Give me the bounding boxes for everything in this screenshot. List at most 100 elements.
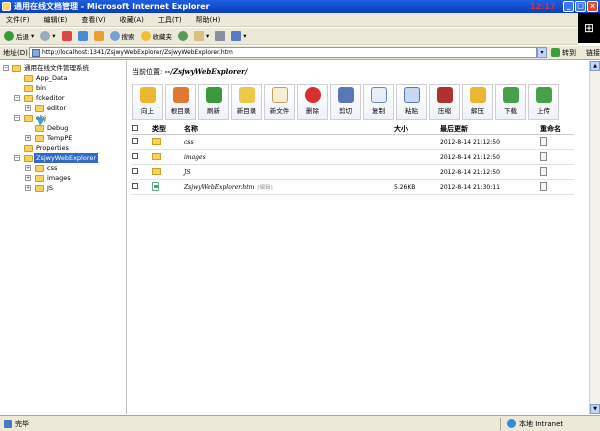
folder-icon xyxy=(24,85,33,92)
rename-icon[interactable] xyxy=(540,166,547,176)
rename-icon[interactable] xyxy=(540,151,547,161)
scroll-down-icon[interactable]: ▼ xyxy=(590,404,600,414)
extract-button[interactable]: 解压 xyxy=(462,84,493,120)
tree-item-obj[interactable]: − obj xyxy=(0,113,126,123)
file-name-link[interactable]: images xyxy=(184,154,206,161)
col-modified[interactable]: 最后更新 xyxy=(440,124,540,135)
file-name-link[interactable]: ZsjwyWebExplorer.htm xyxy=(184,184,254,191)
new-folder-button[interactable]: 新目录 xyxy=(231,84,262,120)
col-type[interactable]: 类型 xyxy=(152,124,184,135)
menu-view[interactable]: 查看(V) xyxy=(81,15,105,25)
folder-icon xyxy=(24,145,33,152)
file-name-link[interactable]: css xyxy=(184,139,194,146)
tree-root[interactable]: − 通用在线文件管理系统 xyxy=(0,63,126,73)
row-checkbox[interactable] xyxy=(132,168,138,174)
search-button[interactable]: 搜索 xyxy=(109,31,135,41)
refresh-list-button[interactable]: 刷新 xyxy=(198,84,229,120)
address-dropdown[interactable]: ▾ xyxy=(537,47,547,58)
home-button[interactable] xyxy=(93,31,104,41)
col-size[interactable]: 大小 xyxy=(394,124,440,135)
menu-tools[interactable]: 工具(T) xyxy=(158,15,182,25)
menu-edit[interactable]: 编辑(E) xyxy=(44,15,68,25)
col-name[interactable]: 名称 xyxy=(184,124,394,135)
col-rename: 重命名 xyxy=(540,124,574,135)
mail-icon xyxy=(194,31,205,41)
edit-page-icon xyxy=(231,31,242,41)
collapse-toggle[interactable]: − xyxy=(3,65,9,71)
go-button[interactable]: 转到 xyxy=(551,48,576,58)
cut-button[interactable]: 剪切 xyxy=(330,84,361,120)
paste-button[interactable]: 粘贴 xyxy=(396,84,427,120)
tree-item-bin[interactable]: bin xyxy=(0,83,126,93)
tree-item-temppe[interactable]: + TempPE xyxy=(0,133,126,143)
tree-item-properties[interactable]: Properties xyxy=(0,143,126,153)
row-checkbox[interactable] xyxy=(132,183,138,189)
expand-toggle[interactable]: + xyxy=(25,135,31,141)
extract-icon xyxy=(469,87,486,103)
expand-toggle[interactable]: + xyxy=(25,175,31,181)
vertical-scrollbar[interactable]: ▲ ▼ xyxy=(589,61,600,414)
tree-item-js[interactable]: + JS xyxy=(0,183,126,193)
table-row[interactable]: JS 2012-8-14 21:12:50 xyxy=(132,164,574,180)
new-file-button[interactable]: 新文件 xyxy=(264,84,295,120)
file-name-link[interactable]: JS xyxy=(184,169,191,176)
collapse-toggle[interactable]: − xyxy=(14,95,20,101)
select-all-checkbox[interactable] xyxy=(132,125,138,131)
copy-button[interactable]: 复制 xyxy=(363,84,394,120)
address-input[interactable]: http://localhost:1341/ZsjwyWebExplorer/Z… xyxy=(29,47,537,58)
tree-item-fckeditor[interactable]: − fckeditor xyxy=(0,93,126,103)
window-title: 通用在线文档管理 - Microsoft Internet Explorer xyxy=(14,2,210,11)
print-button[interactable] xyxy=(215,31,226,41)
tree-item-editor[interactable]: + editor xyxy=(0,103,126,113)
edit-link[interactable]: [编辑] xyxy=(257,185,272,191)
expand-toggle[interactable]: + xyxy=(25,165,31,171)
history-button[interactable] xyxy=(178,31,189,41)
close-button[interactable]: × xyxy=(587,1,598,12)
row-checkbox[interactable] xyxy=(132,138,138,144)
edit-page-button[interactable]: ▾ xyxy=(231,31,247,41)
download-icon xyxy=(502,87,519,103)
maximize-button[interactable]: □ xyxy=(575,1,586,12)
table-row[interactable]: ZsjwyWebExplorer.htm [编辑] 5.26KB 2012-8-1… xyxy=(132,179,574,195)
html-file-icon xyxy=(152,181,159,191)
collapse-toggle[interactable]: − xyxy=(14,155,20,161)
window-titlebar[interactable]: 通用在线文档管理 - Microsoft Internet Explorer 1… xyxy=(0,0,600,13)
rename-icon[interactable] xyxy=(540,136,547,146)
file-size: 5.26KB xyxy=(394,179,440,195)
mail-button[interactable]: ▾ xyxy=(194,31,209,41)
file-size xyxy=(394,134,440,150)
tree-item-zsjwywebexplorer[interactable]: − ZsjwyWebExplorer xyxy=(0,153,126,163)
tree-item-debug[interactable]: Debug xyxy=(0,123,126,133)
table-row[interactable]: images 2012-8-14 21:12:50 xyxy=(132,149,574,165)
tree-item-app-data[interactable]: App_Data xyxy=(0,73,126,83)
download-button[interactable]: 下载 xyxy=(495,84,526,120)
root-button[interactable]: 根目录 xyxy=(165,84,196,120)
favorites-button[interactable]: 收藏夹 xyxy=(140,31,172,41)
folder-icon xyxy=(152,152,161,160)
links-button[interactable]: 链接 xyxy=(586,48,600,58)
table-row[interactable]: css 2012-8-14 21:12:50 xyxy=(132,134,574,150)
tree-item-images[interactable]: + images xyxy=(0,173,126,183)
copy-icon xyxy=(370,87,387,103)
expand-toggle[interactable]: + xyxy=(25,185,31,191)
menu-favorites[interactable]: 收藏(A) xyxy=(120,15,144,25)
menu-help[interactable]: 帮助(H) xyxy=(196,15,221,25)
rename-icon[interactable] xyxy=(540,181,547,191)
tree-item-css[interactable]: + css xyxy=(0,163,126,173)
collapse-toggle[interactable]: − xyxy=(14,115,20,121)
delete-button[interactable]: 删除 xyxy=(297,84,328,120)
up-button[interactable]: 向上 xyxy=(132,84,163,120)
row-checkbox[interactable] xyxy=(132,153,138,159)
breadcrumb: 当前位置: --/ZsjwyWebExplorer/ xyxy=(132,67,248,76)
back-button[interactable]: 后退 ▾ xyxy=(4,31,34,41)
upload-button[interactable]: 上传 xyxy=(528,84,559,120)
stop-button[interactable] xyxy=(61,31,72,41)
scroll-up-icon[interactable]: ▲ xyxy=(590,61,600,71)
refresh-button[interactable] xyxy=(77,31,88,41)
forward-button[interactable]: ▾ xyxy=(40,31,56,41)
expand-toggle[interactable]: + xyxy=(25,105,31,111)
minimize-button[interactable]: _ xyxy=(563,1,574,12)
compress-button[interactable]: 压缩 xyxy=(429,84,460,120)
printer-icon xyxy=(215,31,226,41)
menu-file[interactable]: 文件(F) xyxy=(6,15,30,25)
